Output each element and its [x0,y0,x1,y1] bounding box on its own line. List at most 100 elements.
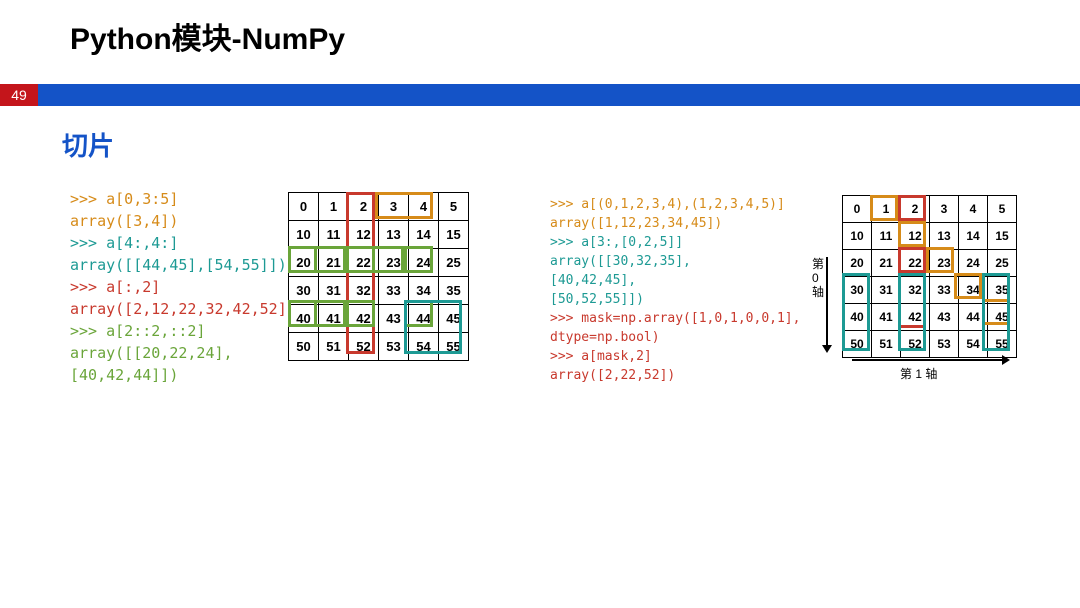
code-line: [40,42,44]]) [70,364,296,386]
code-line: >>> a[0,3:5] [70,188,296,210]
cell: 51 [872,331,901,358]
cell: 20 [289,249,319,277]
code-line: array([2,22,52]) [550,366,800,385]
cell: 31 [872,277,901,304]
code-line: >>> a[4:,4:] [70,232,296,254]
cell: 13 [379,221,409,249]
cell: 52 [349,333,379,361]
cell: 21 [872,250,901,277]
cell: 51 [319,333,349,361]
cell: 14 [959,223,988,250]
axis-1-arrow-icon [852,359,1002,361]
page-number-badge: 49 [0,84,38,106]
cell: 15 [439,221,469,249]
code-line: array([2,12,22,32,42,52]) [70,298,296,320]
cell: 44 [409,305,439,333]
cell: 43 [930,304,959,331]
cell: 13 [930,223,959,250]
cell: 55 [439,333,469,361]
code-line: array([3,4]) [70,210,296,232]
cell: 42 [349,305,379,333]
cell: 42 [901,304,930,331]
cell: 12 [901,223,930,250]
title-bar [0,84,1080,106]
code-line: dtype=np.bool) [550,328,800,347]
cell: 41 [319,305,349,333]
cell: 54 [409,333,439,361]
cell: 10 [843,223,872,250]
cell: 34 [409,277,439,305]
cell: 30 [843,277,872,304]
axis-text: 轴 [812,285,824,299]
cell: 3 [930,196,959,223]
code-block-left: >>> a[0,3:5] array([3,4]) >>> a[4:,4:] a… [70,188,296,386]
cell: 1 [319,193,349,221]
cell: 10 [289,221,319,249]
cell: 5 [439,193,469,221]
cell: 24 [409,249,439,277]
cell: 32 [901,277,930,304]
cell: 45 [988,304,1017,331]
cell: 50 [289,333,319,361]
section-subtitle: 切片 [62,126,114,163]
cell: 40 [289,305,319,333]
cell: 23 [379,249,409,277]
cell: 21 [319,249,349,277]
cell: 40 [843,304,872,331]
code-line: >>> mask=np.array([1,0,1,0,0,1], [550,309,800,328]
code-line: array([1,12,23,34,45]) [550,214,800,233]
axis-text: 0 [812,271,824,285]
cell: 31 [319,277,349,305]
axis-text: 第 [812,257,824,271]
code-line: array([[20,22,24], [70,342,296,364]
cell: 35 [988,277,1017,304]
cell: 33 [379,277,409,305]
code-line: [50,52,55]]) [550,290,800,309]
cell: 53 [930,331,959,358]
cell: 35 [439,277,469,305]
code-block-right: >>> a[(0,1,2,3,4),(1,2,3,4,5)] array([1,… [550,195,800,385]
cell: 0 [289,193,319,221]
cell: 55 [988,331,1017,358]
cell: 33 [930,277,959,304]
cell: 41 [872,304,901,331]
cell: 34 [959,277,988,304]
array-table: 012345 101112131415 202122232425 3031323… [842,195,1017,358]
cell: 20 [843,250,872,277]
code-line: >>> a[3:,[0,2,5]] [550,233,800,252]
code-line: array([[30,32,35], [550,252,800,271]
cell: 4 [409,193,439,221]
cell: 44 [959,304,988,331]
cell: 11 [872,223,901,250]
cell: 54 [959,331,988,358]
cell: 22 [349,249,379,277]
cell: 2 [349,193,379,221]
axis-0-label: 第 0 轴 [812,257,824,299]
cell: 4 [959,196,988,223]
array-grid-right: 012345 101112131415 202122232425 3031323… [842,195,1017,358]
cell: 32 [349,277,379,305]
cell: 52 [901,331,930,358]
cell: 3 [379,193,409,221]
code-line: array([[44,45],[54,55]]) [70,254,296,276]
code-line: >>> a[(0,1,2,3,4),(1,2,3,4,5)] [550,195,800,214]
cell: 15 [988,223,1017,250]
cell: 45 [439,305,469,333]
cell: 0 [843,196,872,223]
array-table: 012345 101112131415 202122232425 3031323… [288,192,469,361]
array-grid-left: 012345 101112131415 202122232425 3031323… [288,192,469,361]
cell: 22 [901,250,930,277]
code-line: >>> a[:,2] [70,276,296,298]
axis-1-label: 第 1 轴 [900,365,937,382]
page-title: Python模块-NumPy [70,14,345,58]
cell: 12 [349,221,379,249]
cell: 25 [988,250,1017,277]
cell: 50 [843,331,872,358]
cell: 14 [409,221,439,249]
cell: 5 [988,196,1017,223]
cell: 1 [872,196,901,223]
axis-0-arrow-icon [826,257,828,345]
code-line: [40,42,45], [550,271,800,290]
code-line: >>> a[mask,2] [550,347,800,366]
cell: 2 [901,196,930,223]
